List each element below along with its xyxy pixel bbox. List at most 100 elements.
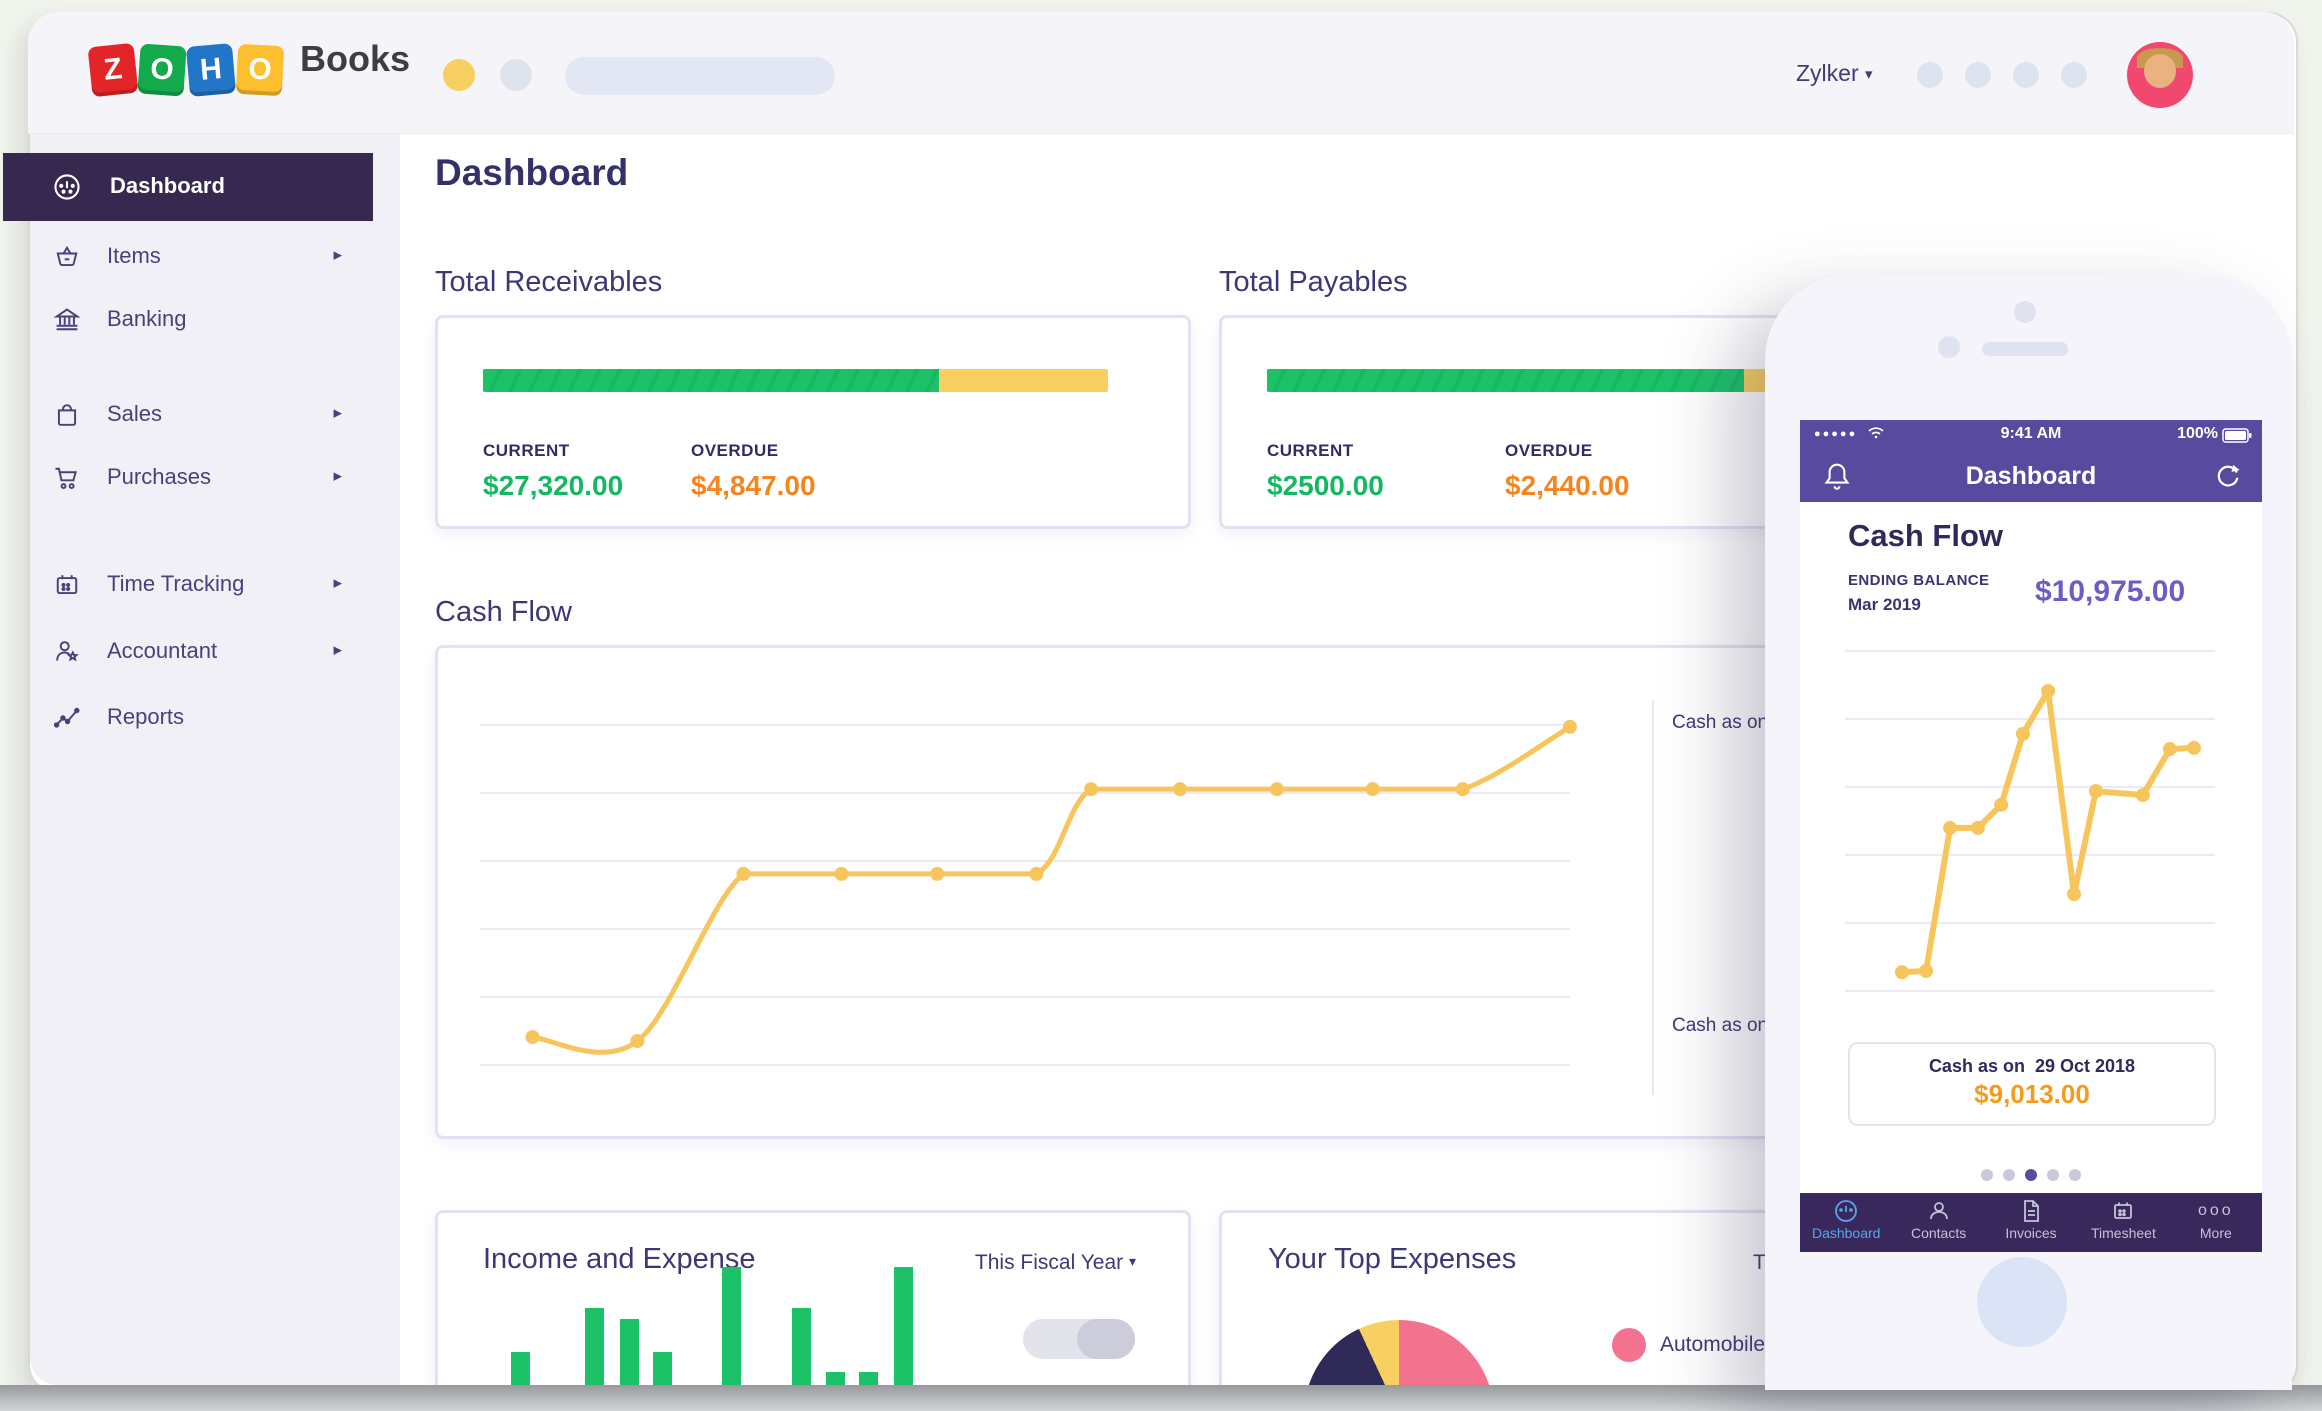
bar xyxy=(792,1308,812,1389)
payables-current-segment xyxy=(1267,369,1745,392)
pager-dot[interactable] xyxy=(2003,1169,2015,1181)
sidebar-item-accountant[interactable]: Accountant ▸ xyxy=(0,624,370,680)
chevron-down-icon: ▾ xyxy=(1128,1253,1136,1269)
tab-label: More xyxy=(2199,1225,2232,1241)
payables-overdue-label: OVERDUE xyxy=(1505,441,1593,460)
org-name: Zylker xyxy=(1796,60,1859,86)
logo-tile-o1: O xyxy=(137,43,187,97)
notification-dot[interactable] xyxy=(443,59,475,91)
pager-dot-active[interactable] xyxy=(2025,1169,2037,1181)
phone-period: Mar 2019 xyxy=(1848,595,1921,614)
payables-current-label: CURRENT xyxy=(1267,441,1354,460)
calendar-icon xyxy=(52,570,82,600)
sidebar-item-label: Banking xyxy=(107,306,187,331)
income-expense-toggle[interactable] xyxy=(1023,1319,1135,1359)
sidebar-item-banking[interactable]: Banking xyxy=(0,292,370,348)
topbar-dot[interactable] xyxy=(500,59,532,91)
callout-amount: $9,013.00 xyxy=(1974,1079,2090,1109)
legend-label: Automobile xyxy=(1660,1333,1766,1356)
phone-home-button[interactable] xyxy=(1977,1257,2067,1347)
battery-percent: 100% xyxy=(2177,425,2218,442)
phone-cash-callout: Cash as on 29 Oct 2018 $9,013.00 xyxy=(1848,1042,2216,1126)
receivables-card: CURRENT $27,320.00 OVERDUE $4,847.00 xyxy=(435,315,1191,529)
page-title: Dashboard xyxy=(435,152,629,193)
calendar-icon xyxy=(2114,1202,2133,1219)
submenu-arrow-icon: ▸ xyxy=(333,640,342,659)
sidebar-item-sales[interactable]: Sales ▸ xyxy=(0,387,370,443)
receivables-current-value: $27,320.00 xyxy=(483,470,624,501)
legend-dot xyxy=(1612,1328,1646,1362)
top-expenses-title: Your Top Expenses xyxy=(1268,1243,1517,1275)
phone-nav-bar: Dashboard xyxy=(1800,450,2262,502)
logo-tile-h: H xyxy=(185,43,237,97)
trend-chart-icon xyxy=(52,703,82,733)
sidebar-item-reports[interactable]: Reports xyxy=(0,690,370,746)
topbar-action-3[interactable] xyxy=(2013,62,2039,88)
receivables-current-segment xyxy=(483,369,940,392)
toggle-knob xyxy=(1077,1319,1135,1359)
pager-dot[interactable] xyxy=(1981,1169,1993,1181)
stage: Z O H O Books Zylker ▾ Dashboard Items ▸ Ban… xyxy=(0,0,2322,1411)
callout-label: Cash as on 29 Oct 2018 xyxy=(1928,1056,2136,1076)
more-icon: ooo xyxy=(2197,1202,2234,1219)
cart-icon xyxy=(52,463,82,493)
tab-more[interactable]: ooo More xyxy=(2170,1193,2262,1252)
topbar-action-1[interactable] xyxy=(1917,62,1943,88)
search-input[interactable] xyxy=(565,57,835,95)
bar xyxy=(652,1352,672,1389)
shopping-bag-icon xyxy=(52,400,82,430)
topbar-action-4[interactable] xyxy=(2061,62,2087,88)
submenu-arrow-icon: ▸ xyxy=(333,466,342,485)
phone-cash-flow-title: Cash Flow xyxy=(1848,518,2004,553)
receivables-overdue-value: $4,847.00 xyxy=(691,470,816,501)
avatar[interactable] xyxy=(2127,42,2193,108)
topbar-action-2[interactable] xyxy=(1965,62,1991,88)
income-expense-bar-chart[interactable] xyxy=(495,1267,925,1389)
bar xyxy=(620,1319,640,1389)
zoho-books-logo: Z O H O Books xyxy=(87,38,411,98)
payables-overdue-value: $2,440.00 xyxy=(1505,470,1630,501)
cash-flow-chart[interactable] xyxy=(455,650,1595,1140)
pager-dot[interactable] xyxy=(2047,1169,2059,1181)
document-icon xyxy=(2024,1200,2039,1222)
gauge-icon xyxy=(52,172,82,202)
phone-mockup: ●●●●● 9:41 AM 100% Dashboard Cash Flow E… xyxy=(1765,275,2292,1390)
sidebar-item-time-tracking[interactable]: Time Tracking ▸ xyxy=(0,557,370,613)
cash-flow-title: Cash Flow xyxy=(435,596,572,628)
submenu-arrow-icon: ▸ xyxy=(333,573,342,592)
cash-flow-card-divider xyxy=(1652,700,1654,1095)
carousel-pager xyxy=(1800,1168,2262,1186)
phone-ending-balance-amount: $10,975.00 xyxy=(2035,575,2186,608)
tab-timesheet[interactable]: Timesheet xyxy=(2077,1193,2169,1252)
receivables-title: Total Receivables xyxy=(435,266,663,298)
tab-dashboard[interactable]: Dashboard xyxy=(1800,1193,1892,1252)
person-icon xyxy=(1929,1202,1948,1220)
pager-dot[interactable] xyxy=(2069,1169,2081,1181)
refresh-icon[interactable] xyxy=(2214,462,2242,490)
sidebar-item-items[interactable]: Items ▸ xyxy=(0,229,370,285)
payables-title: Total Payables xyxy=(1219,266,1408,298)
bar xyxy=(894,1267,914,1389)
tab-label: Invoices xyxy=(2005,1225,2057,1241)
logo-books-text: Books xyxy=(300,38,411,79)
phone-tab-bar: Dashboard Contacts Invoices Timesheet oo… xyxy=(1800,1193,2262,1252)
phone-cash-flow-chart[interactable] xyxy=(1845,650,2215,1040)
tab-invoices[interactable]: Invoices xyxy=(1985,1193,2077,1252)
phone-camera-dot xyxy=(2014,301,2036,323)
sidebar-item-dashboard[interactable]: Dashboard xyxy=(3,153,373,221)
sidebar-item-label: Purchases xyxy=(107,464,211,489)
sidebar-item-purchases[interactable]: Purchases ▸ xyxy=(0,450,370,506)
receivables-overdue-label: OVERDUE xyxy=(691,441,779,460)
tab-label: Dashboard xyxy=(1811,1225,1881,1241)
tab-label: Contacts xyxy=(1910,1225,1967,1241)
bar xyxy=(584,1308,604,1389)
org-selector[interactable]: Zylker ▾ xyxy=(1796,60,1873,87)
income-expense-filter[interactable]: This Fiscal Year ▾ xyxy=(975,1251,1136,1275)
tab-contacts[interactable]: Contacts xyxy=(1892,1193,1984,1252)
sidebar-item-label: Reports xyxy=(107,704,185,729)
filter-label: This Fiscal Year xyxy=(974,1251,1124,1274)
phone-status-bar: ●●●●● 9:41 AM 100% xyxy=(1800,420,2262,450)
receivables-current-label: CURRENT xyxy=(483,441,570,460)
battery-icon xyxy=(2222,428,2252,443)
submenu-arrow-icon: ▸ xyxy=(333,403,342,422)
